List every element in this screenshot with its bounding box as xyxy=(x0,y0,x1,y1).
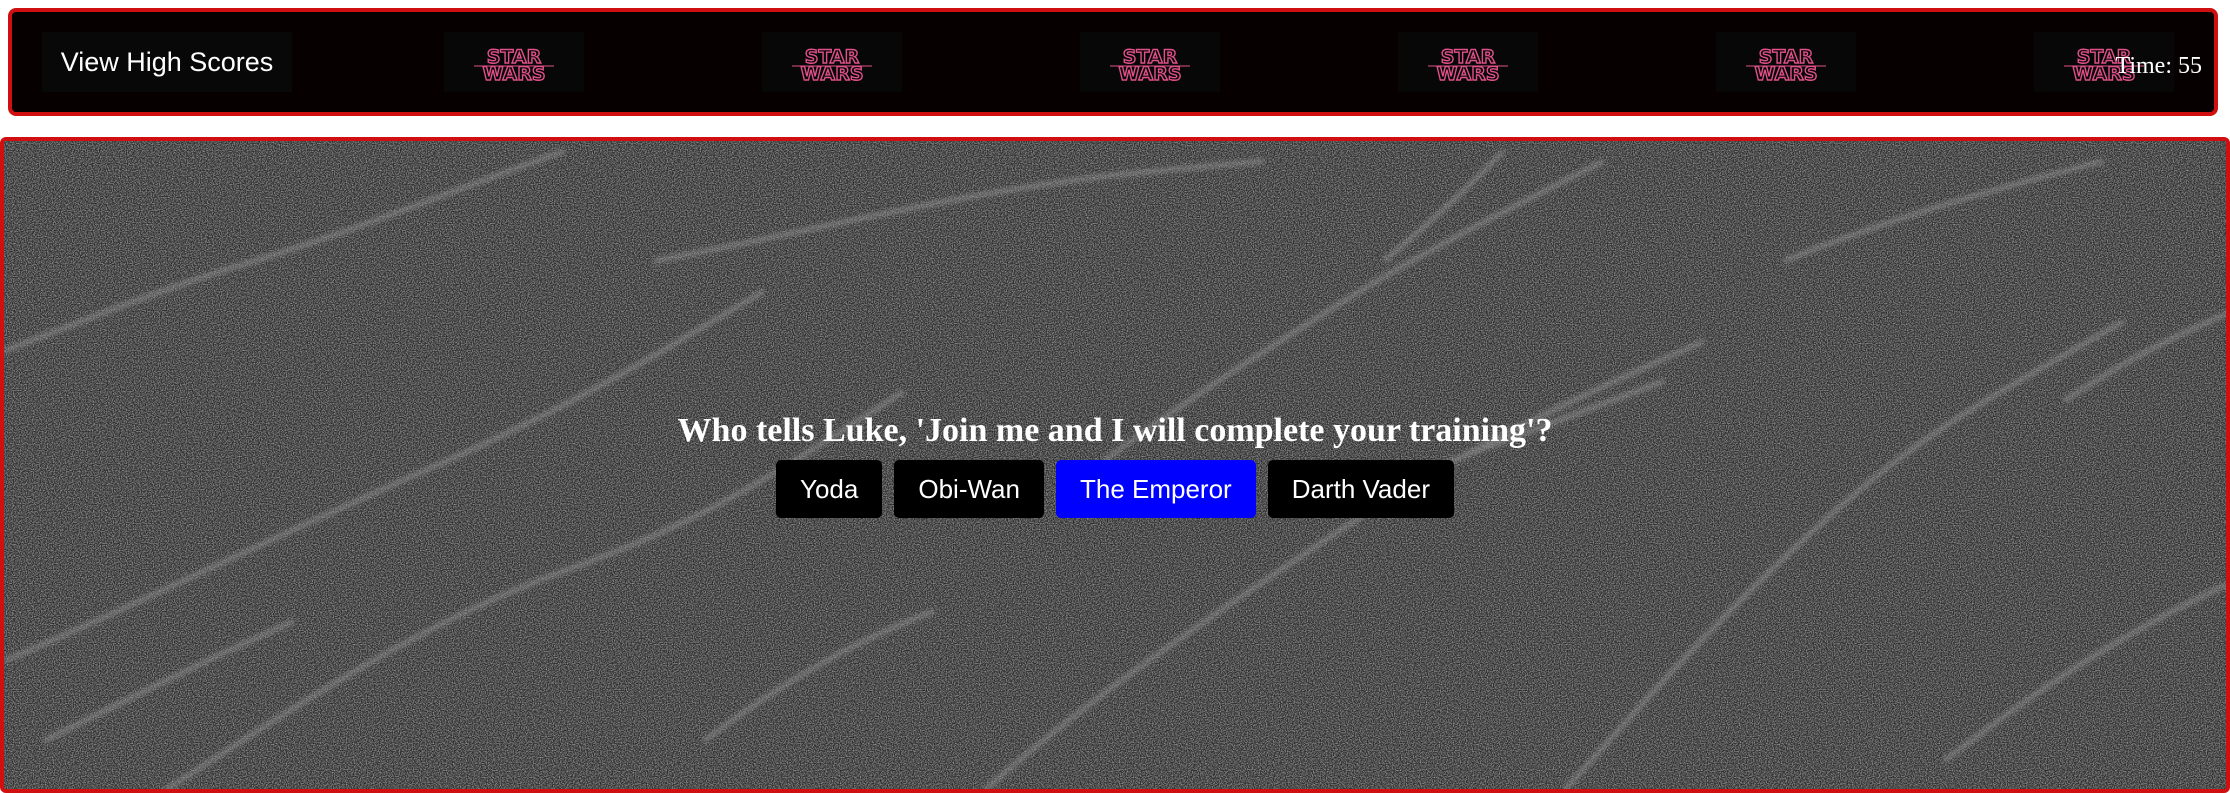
star-wars-logo: STAR WARS xyxy=(1080,32,1220,92)
answer-button-yoda[interactable]: Yoda xyxy=(776,460,883,518)
answer-options: Yoda Obi-Wan The Emperor Darth Vader xyxy=(4,460,2226,518)
star-wars-logo: STAR WARS xyxy=(762,32,902,92)
answer-button-darth-vader[interactable]: Darth Vader xyxy=(1267,460,1454,518)
star-wars-logo: STAR WARS xyxy=(1398,32,1538,92)
timer: Time: 55 xyxy=(2115,53,2202,79)
answer-button-obi-wan[interactable]: Obi-Wan xyxy=(894,460,1044,518)
quiz-panel: Who tells Luke, 'Join me and I will comp… xyxy=(0,137,2230,793)
view-high-scores-button[interactable]: View High Scores xyxy=(42,32,292,92)
header-bar: View High Scores STAR WARS STAR WARS STAR W… xyxy=(8,8,2218,116)
star-wars-logo: STAR WARS xyxy=(1716,32,1856,92)
star-wars-logo: STAR WARS xyxy=(444,32,584,92)
question-text: Who tells Luke, 'Join me and I will comp… xyxy=(677,412,1553,449)
answer-button-the-emperor[interactable]: The Emperor xyxy=(1055,460,1256,518)
